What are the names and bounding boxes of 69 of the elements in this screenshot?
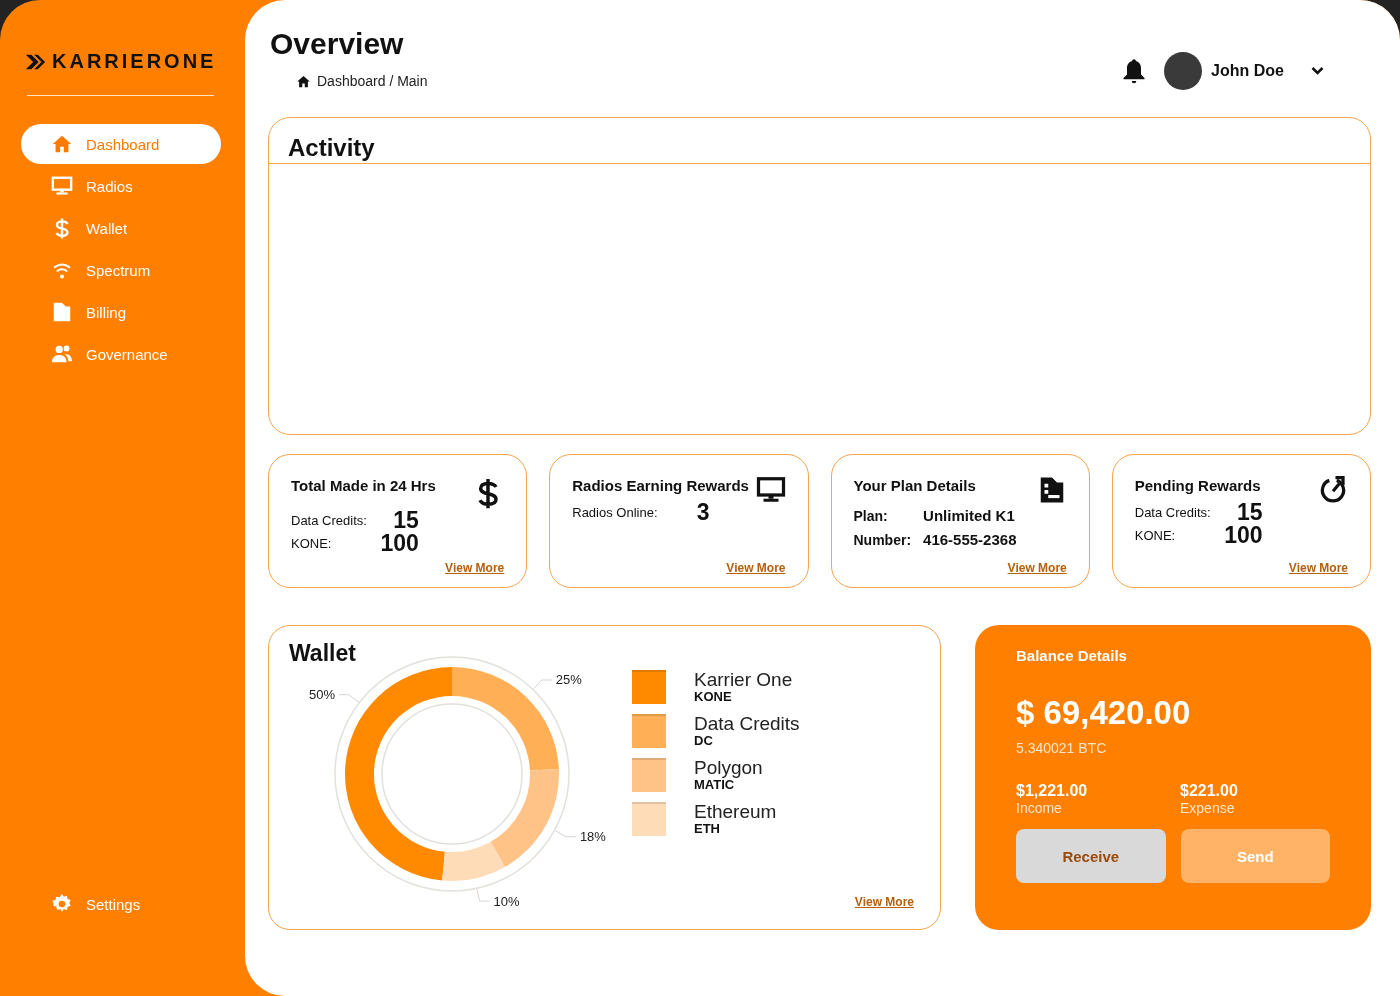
- send-button[interactable]: Send: [1180, 829, 1330, 883]
- data-label: 25%: [555, 672, 582, 688]
- avatar[interactable]: [1164, 51, 1203, 90]
- stat-value: Unlimited K1: [923, 507, 1016, 525]
- data-label: 18%: [579, 829, 606, 845]
- card-title: Radios Earning Rewards: [572, 477, 749, 494]
- leader-line: [533, 679, 553, 690]
- card-title: Total Made in 24 Hrs: [291, 477, 436, 494]
- stat-value: 15: [392, 509, 419, 532]
- receive-button[interactable]: Receive: [1016, 829, 1166, 883]
- legend-code: DC: [694, 733, 714, 748]
- logo-text: KARRIERONE: [52, 50, 217, 73]
- stat-value: 416-555-2368: [923, 531, 1017, 549]
- legend-code: MATIC: [694, 777, 735, 792]
- settings-item[interactable]: Settings: [21, 884, 221, 924]
- stat-label: Plan:: [853, 508, 889, 524]
- legend-label: Ethereum: [694, 802, 777, 821]
- stat-value: 100: [379, 532, 419, 555]
- stat-label: Data Credits:: [291, 513, 367, 528]
- people-icon: [51, 343, 73, 365]
- view-more-link[interactable]: View More: [1007, 561, 1067, 575]
- card-title: Pending Rewards: [1134, 477, 1261, 494]
- stat-label: KONE:: [1134, 528, 1177, 543]
- data-label: 50%: [308, 687, 335, 703]
- stat-label: Data Credits:: [1134, 505, 1211, 520]
- legend-label: Karrier One: [694, 670, 793, 689]
- sidebar-item[interactable]: Spectrum: [21, 250, 221, 290]
- legend-code: KONE: [694, 689, 733, 704]
- sidebar-item[interactable]: Governance: [21, 334, 221, 374]
- monitor-icon: [755, 475, 786, 505]
- home-icon: [296, 73, 311, 89]
- sidebar-item[interactable]: Billing: [21, 292, 221, 332]
- legend-label: Data Credits: [694, 714, 800, 733]
- card-title: Wallet: [289, 640, 356, 667]
- home-icon: [51, 133, 73, 155]
- legend-label: Polygon: [694, 758, 763, 777]
- user-name: John Doe: [1211, 61, 1284, 80]
- view-more-link[interactable]: View More: [854, 895, 914, 909]
- sidebar-item[interactable]: Wallet: [21, 208, 221, 248]
- timer-icon: [1318, 475, 1348, 505]
- stat-value: $1,221.00: [1016, 782, 1089, 800]
- sidebar-item[interactable]: Dashboard: [21, 124, 221, 164]
- card-title: Your Plan Details: [853, 477, 976, 494]
- view-more-link[interactable]: View More: [445, 561, 505, 575]
- stat-label: Expense: [1180, 800, 1236, 816]
- stat-value: 100: [1223, 524, 1263, 547]
- panel-title: Activity: [287, 133, 376, 163]
- leader-line: [476, 888, 491, 902]
- leader-line: [338, 694, 359, 703]
- monitor-icon: [51, 175, 73, 197]
- view-more-link[interactable]: View More: [1288, 561, 1348, 575]
- page-title: Overview: [270, 27, 405, 61]
- view-more-link[interactable]: View More: [726, 561, 786, 575]
- stat-value: 15: [1236, 501, 1263, 524]
- leader-line: [554, 830, 577, 838]
- document-icon: [51, 301, 73, 323]
- stat-label: Income: [1016, 800, 1063, 816]
- stat-value: 3: [695, 501, 710, 524]
- btc-amount: 5.340021 BTC: [1016, 740, 1108, 756]
- breadcrumb: Dashboard / Main: [317, 73, 428, 89]
- stat-label: KONE:: [291, 536, 333, 551]
- stat-value: $221.00: [1180, 782, 1239, 800]
- card-title: Balance Details: [1016, 647, 1128, 664]
- legend-code: ETH: [694, 821, 721, 836]
- balance-amount: $ 69,420.00: [1016, 694, 1192, 732]
- stat-label: Number:: [853, 532, 912, 548]
- stat-label: Radios Online:: [572, 505, 658, 520]
- data-label: 10%: [493, 893, 520, 909]
- sidebar-item[interactable]: Radios: [21, 166, 221, 206]
